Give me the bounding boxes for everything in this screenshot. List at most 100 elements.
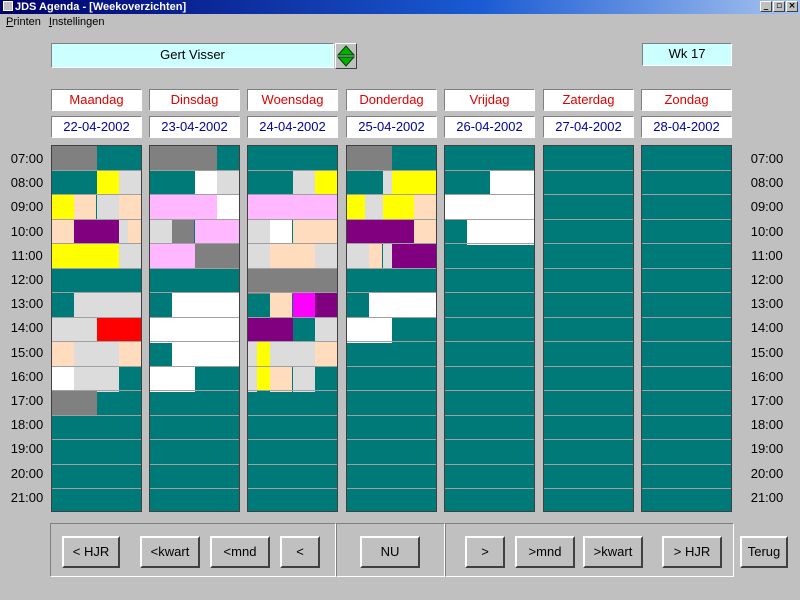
user-spin-button[interactable] — [335, 43, 357, 69]
appointment-block[interactable] — [119, 171, 141, 196]
appointment-block[interactable] — [52, 367, 74, 392]
appointment-block[interactable] — [270, 342, 315, 367]
appointment-block[interactable] — [248, 195, 337, 220]
appointment-block[interactable] — [347, 146, 392, 171]
appointment-block[interactable] — [270, 220, 292, 245]
prev-quarter-button[interactable]: <kwart — [140, 536, 200, 568]
appointment-block[interactable] — [293, 220, 337, 245]
next-year-button[interactable]: > HJR — [662, 536, 722, 568]
appointment-block[interactable] — [392, 171, 436, 196]
appointment-block[interactable] — [52, 220, 74, 245]
appointment-block[interactable] — [248, 220, 270, 245]
appointment-block[interactable] — [293, 367, 315, 392]
appointment-block[interactable] — [369, 293, 436, 318]
appointment-block[interactable] — [293, 171, 315, 196]
appointment-block[interactable] — [150, 367, 195, 392]
appointment-block[interactable] — [97, 195, 119, 220]
appointment-block[interactable] — [248, 269, 337, 294]
restore-button[interactable]: ▫ — [773, 1, 785, 12]
appointment-block[interactable] — [383, 195, 414, 220]
appointment-block[interactable] — [150, 318, 239, 343]
appointment-block[interactable] — [119, 195, 141, 220]
appointment-block[interactable] — [97, 318, 141, 343]
appointment-block[interactable] — [217, 195, 239, 220]
appointment-block[interactable] — [52, 342, 74, 367]
appointment-block[interactable] — [293, 293, 315, 318]
next-week-button[interactable]: > — [465, 536, 505, 568]
appointment-block[interactable] — [392, 244, 436, 269]
day-column-1[interactable] — [149, 145, 240, 512]
now-button[interactable]: NU — [360, 536, 420, 568]
day-column-0[interactable] — [51, 145, 142, 512]
day-column-6[interactable] — [641, 145, 732, 512]
appointment-block[interactable] — [414, 220, 436, 245]
appointment-block[interactable] — [52, 146, 97, 171]
appointment-block[interactable] — [195, 244, 239, 269]
appointment-block[interactable] — [315, 244, 337, 269]
appointment-block[interactable] — [490, 171, 534, 196]
appointment-block[interactable] — [172, 293, 239, 318]
appointment-block[interactable] — [347, 244, 369, 269]
appointment-block[interactable] — [52, 318, 97, 343]
time-label-left: 17:00 — [10, 393, 44, 408]
appointment-block[interactable] — [315, 293, 337, 318]
appointment-block[interactable] — [150, 146, 217, 171]
appointment-block[interactable] — [369, 244, 382, 269]
appointment-block[interactable] — [467, 220, 534, 245]
appointment-block[interactable] — [383, 244, 392, 269]
appointment-block[interactable] — [365, 195, 383, 220]
appointment-block[interactable] — [74, 293, 141, 318]
day-column-2[interactable] — [247, 145, 338, 512]
appointment-block[interactable] — [52, 391, 97, 416]
appointment-block[interactable] — [172, 220, 194, 245]
day-column-5[interactable] — [543, 145, 634, 512]
appointment-block[interactable] — [270, 367, 292, 392]
next-month-button[interactable]: >mnd — [515, 536, 575, 568]
back-button[interactable]: Terug — [740, 536, 788, 568]
appointment-block[interactable] — [383, 171, 392, 196]
menu-instellingen[interactable]: Instellingen — [49, 14, 105, 30]
appointment-block[interactable] — [248, 318, 293, 343]
appointment-block[interactable] — [150, 220, 172, 245]
minimize-button[interactable]: _ — [760, 1, 772, 12]
appointment-block[interactable] — [270, 293, 292, 318]
close-button[interactable]: × — [786, 1, 798, 12]
appointment-block[interactable] — [414, 195, 436, 220]
appointment-block[interactable] — [217, 171, 239, 196]
next-quarter-button[interactable]: >kwart — [583, 536, 643, 568]
day-column-4[interactable] — [444, 145, 535, 512]
appointment-block[interactable] — [347, 220, 414, 245]
appointment-block[interactable] — [315, 171, 337, 196]
appointment-block[interactable] — [248, 342, 257, 367]
appointment-block[interactable] — [119, 220, 128, 245]
appointment-block[interactable] — [270, 244, 315, 269]
appointment-block[interactable] — [52, 195, 74, 220]
appointment-block[interactable] — [315, 342, 337, 367]
menu-printen[interactable]: Printen — [6, 14, 41, 30]
appointment-block[interactable] — [248, 367, 257, 392]
appointment-block[interactable] — [74, 220, 119, 245]
appointment-block[interactable] — [74, 342, 119, 367]
appointment-block[interactable] — [119, 342, 141, 367]
appointment-block[interactable] — [150, 195, 217, 220]
user-name-field[interactable]: Gert Visser — [51, 43, 334, 68]
prev-year-button[interactable]: < HJR — [62, 536, 120, 568]
appointment-block[interactable] — [248, 244, 270, 269]
appointment-block[interactable] — [97, 171, 119, 196]
appointment-block[interactable] — [195, 220, 239, 245]
appointment-block[interactable] — [445, 195, 534, 220]
appointment-block[interactable] — [347, 195, 365, 220]
appointment-block[interactable] — [74, 367, 119, 392]
prev-week-button[interactable]: < — [280, 536, 320, 568]
appointment-block[interactable] — [172, 342, 239, 367]
prev-month-button[interactable]: <mnd — [210, 536, 270, 568]
appointment-block[interactable] — [74, 195, 96, 220]
appointment-block[interactable] — [150, 244, 195, 269]
appointment-block[interactable] — [195, 171, 217, 196]
appointment-block[interactable] — [347, 318, 392, 343]
appointment-block[interactable] — [119, 244, 141, 269]
appointment-block[interactable] — [315, 318, 337, 343]
appointment-block[interactable] — [128, 220, 141, 245]
appointment-block[interactable] — [52, 244, 119, 269]
day-column-3[interactable] — [346, 145, 437, 512]
